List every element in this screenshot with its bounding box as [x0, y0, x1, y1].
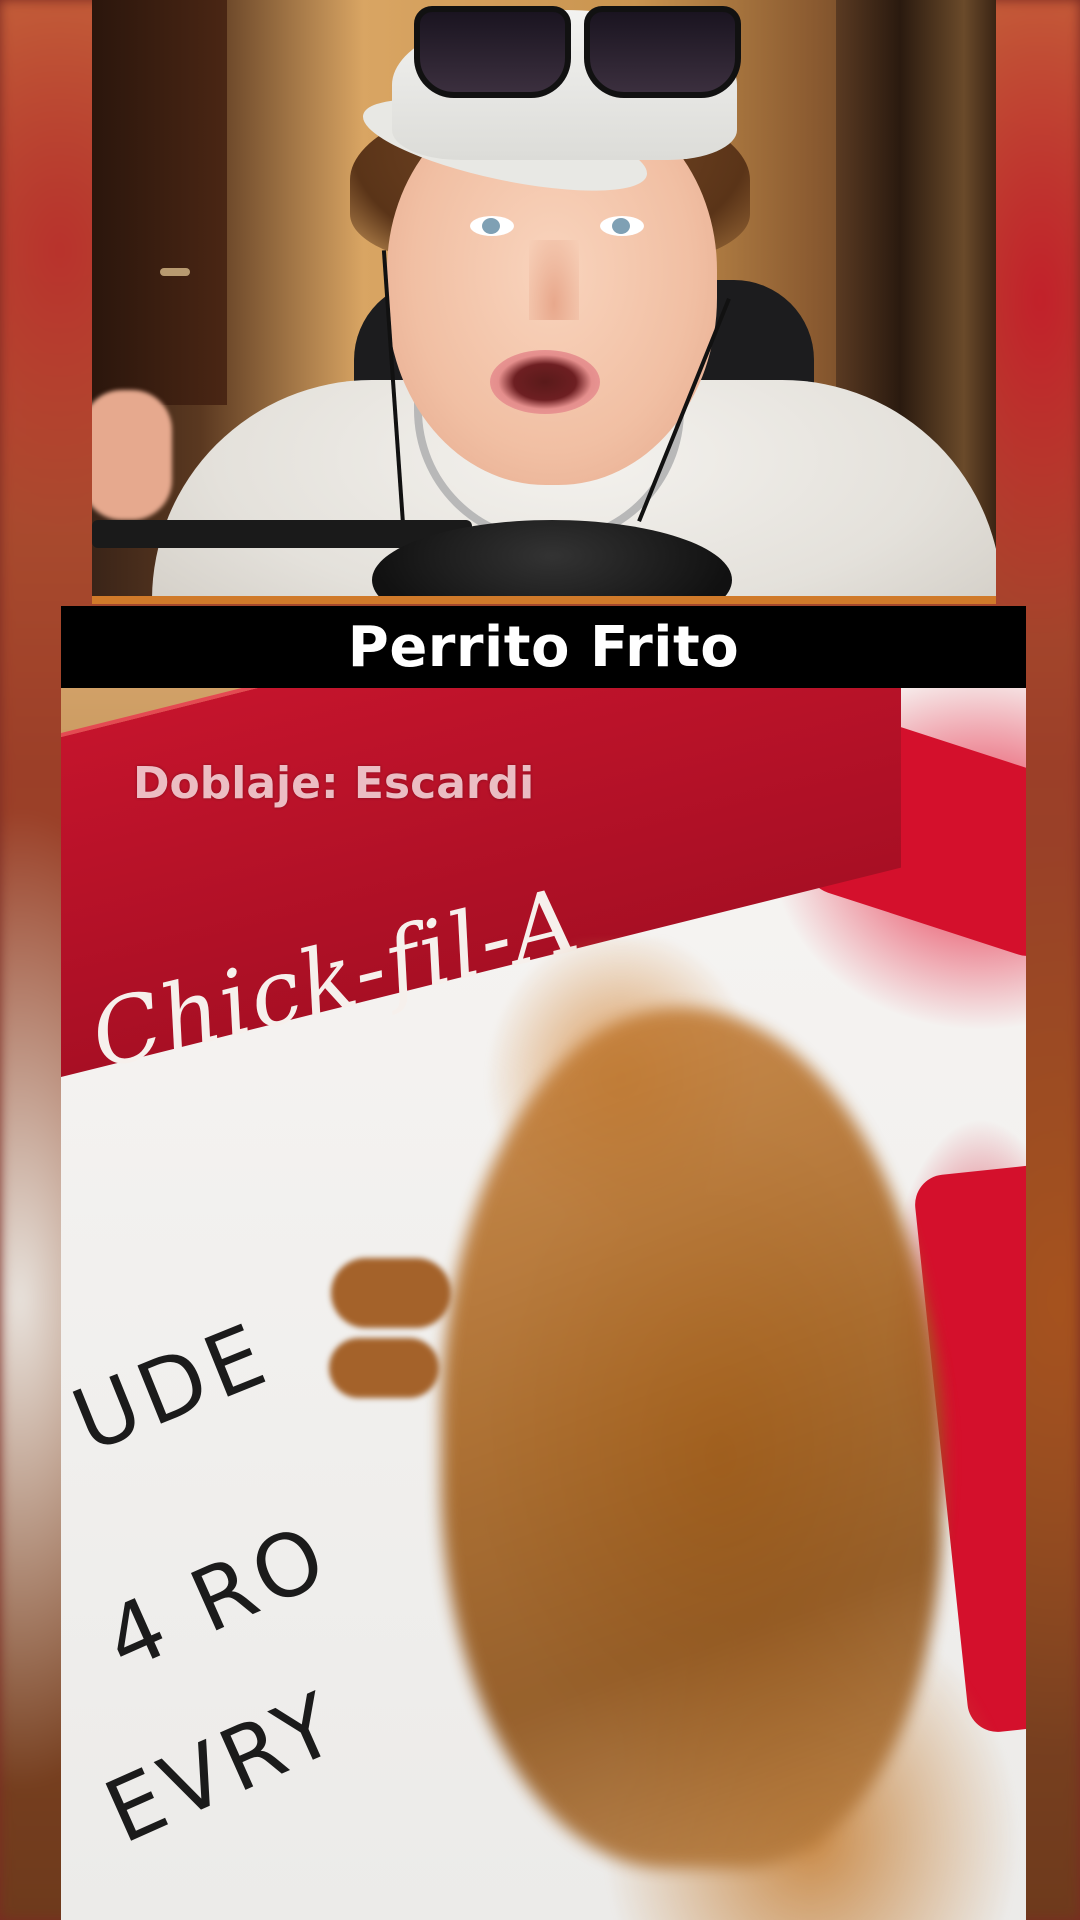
video-title: Perrito Frito	[347, 614, 740, 680]
raised-hand	[92, 390, 172, 520]
main-clip: Chick-fil-A Doblaje: Escardi UDE 4 RO EV…	[61, 688, 1026, 1920]
sunglasses-right-lens	[584, 6, 741, 98]
background-door	[92, 0, 227, 405]
door-handle	[160, 268, 190, 276]
sunglasses	[414, 0, 741, 98]
sunglasses-left-lens	[414, 6, 571, 98]
video-frame: Perrito Frito Chick-fil-A Doblaje: Escar…	[0, 0, 1080, 1920]
webcam-border	[92, 596, 996, 604]
dubbing-credit: Doblaje: Escardi	[133, 758, 535, 809]
left-eye	[470, 216, 514, 236]
open-mouth	[490, 350, 600, 414]
streamer-webcam	[92, 0, 996, 598]
fried-dog-paw-second	[329, 1338, 439, 1398]
nose	[529, 240, 579, 320]
right-eye	[600, 216, 644, 236]
fried-dog-paw	[331, 1258, 451, 1328]
title-bar: Perrito Frito	[61, 606, 1026, 688]
